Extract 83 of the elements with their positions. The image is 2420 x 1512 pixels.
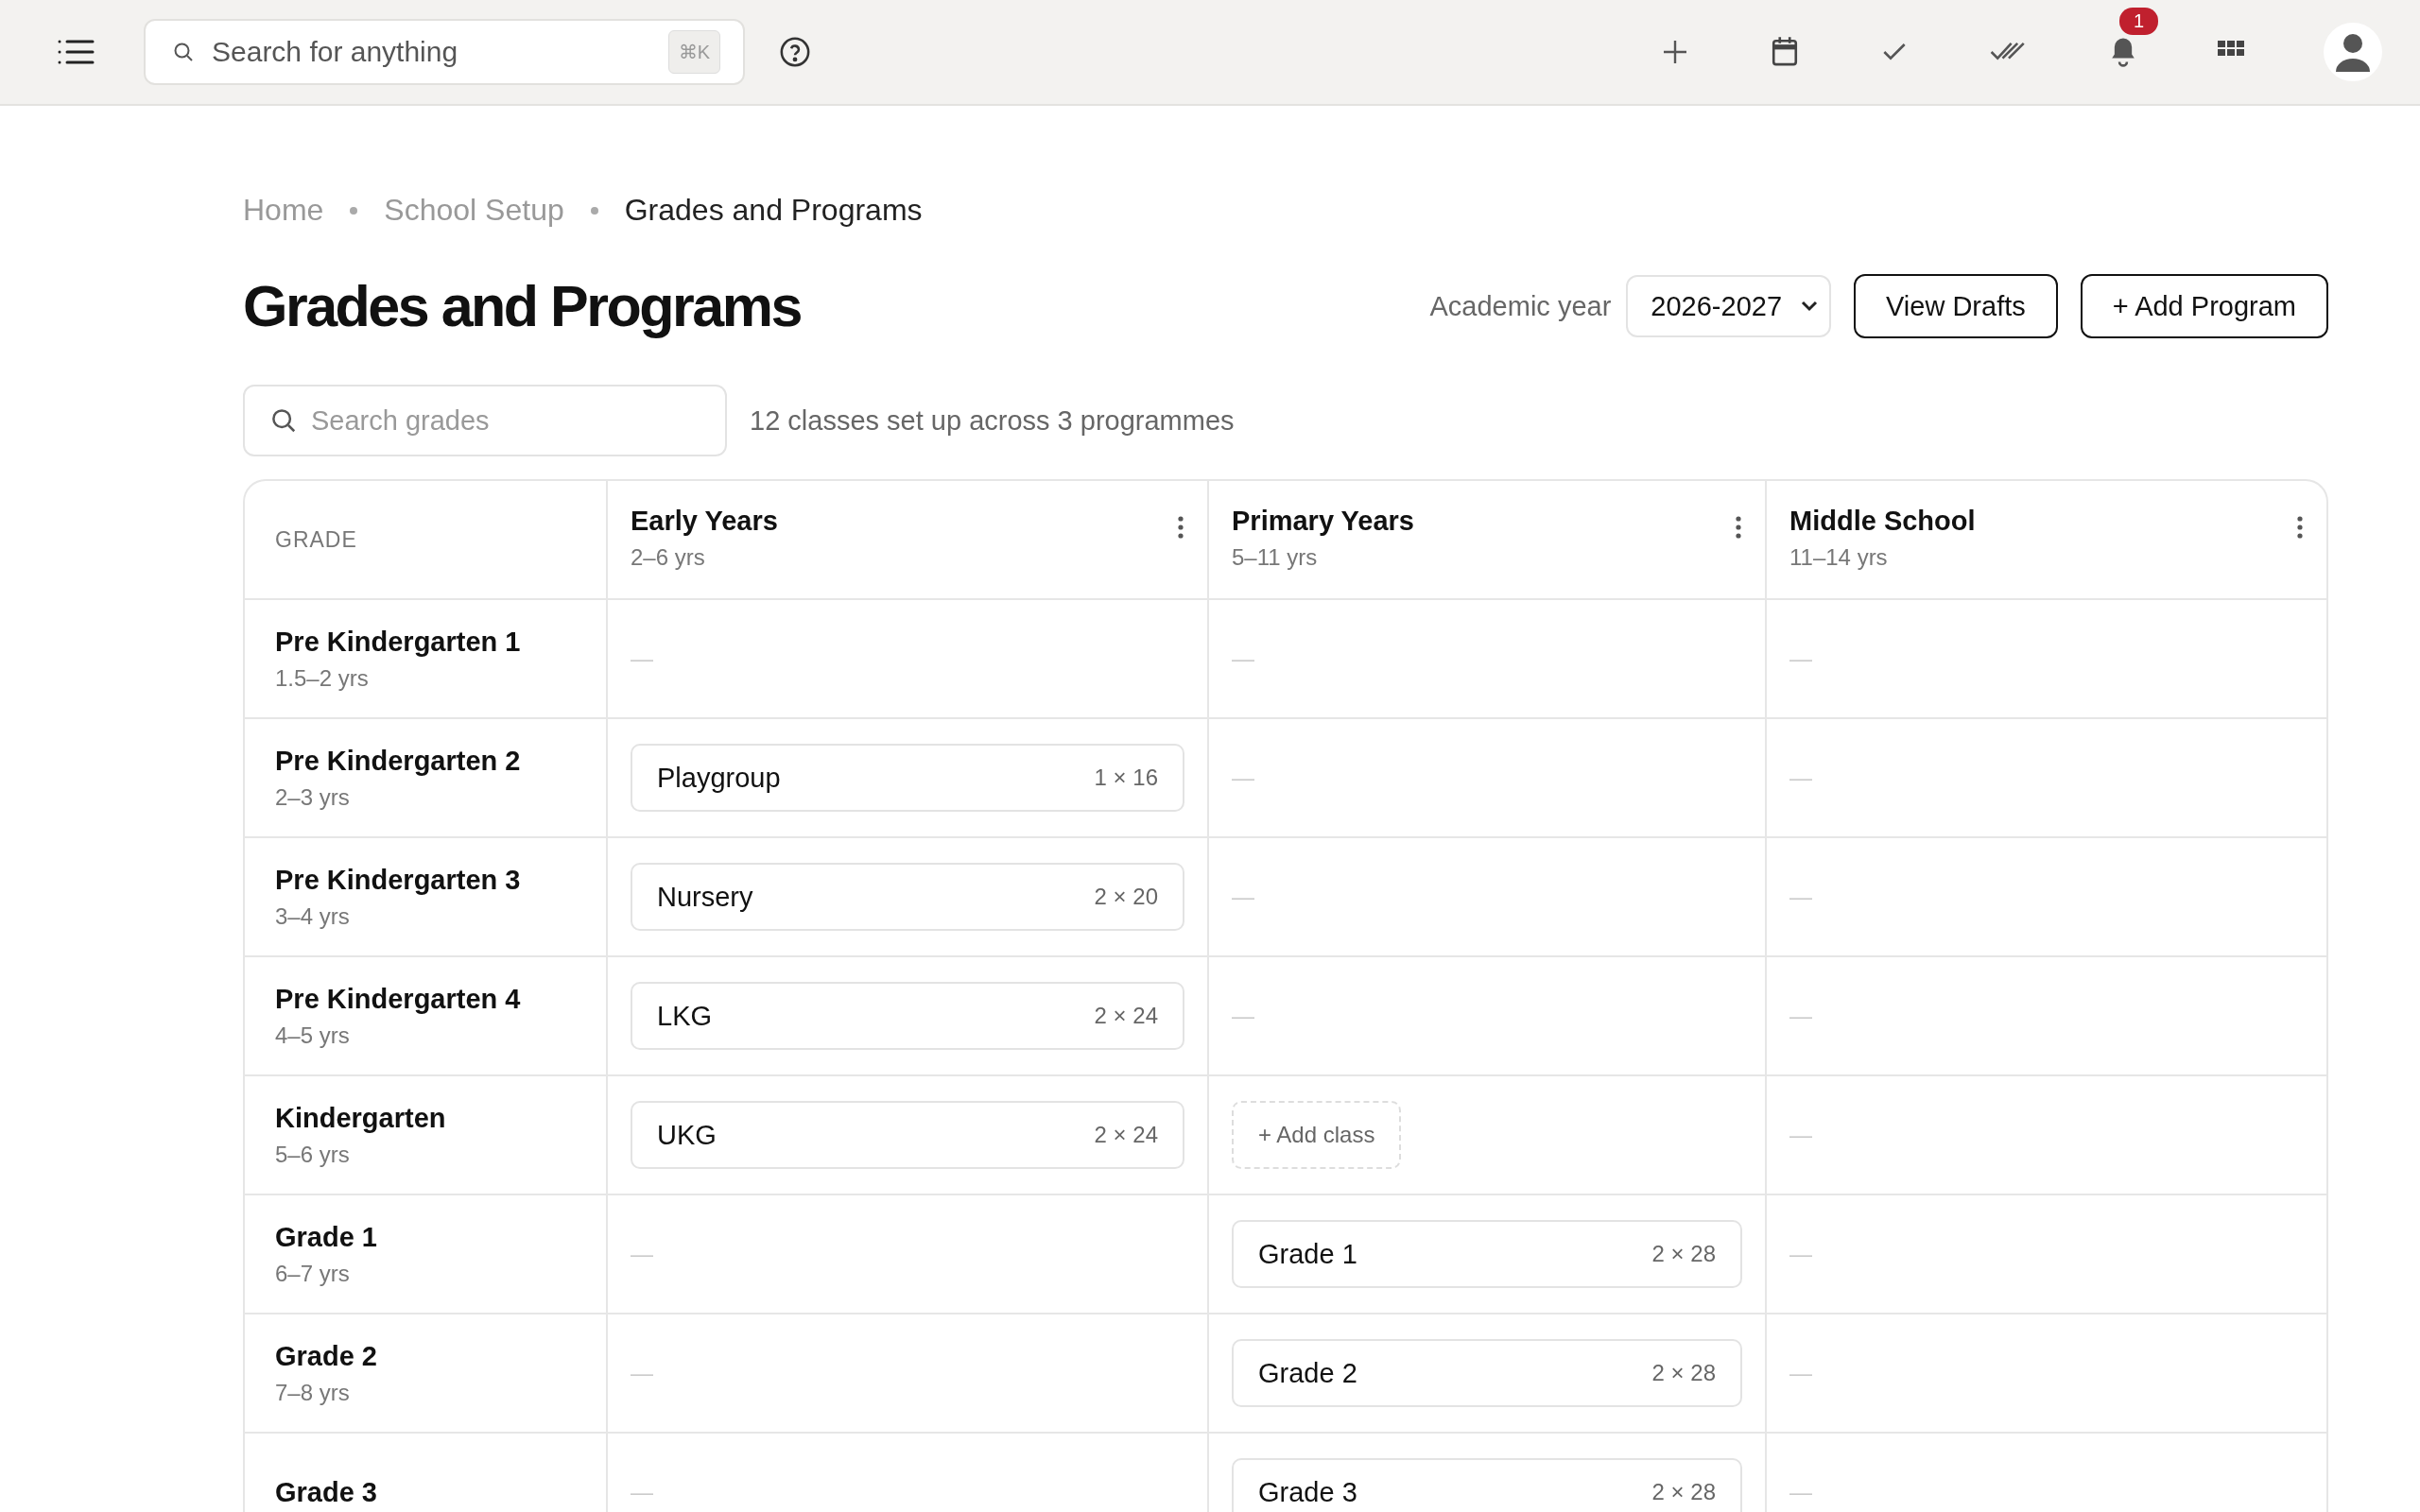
search-icon xyxy=(269,406,298,435)
class-chip[interactable]: Nursery 2 × 20 xyxy=(631,863,1184,931)
program-name: Early Years xyxy=(631,506,778,537)
empty-cell-text: — xyxy=(1789,884,1813,910)
grade-name: Pre Kindergarten 3 xyxy=(275,864,522,896)
add-program-button[interactable]: + Add Program xyxy=(2080,274,2328,338)
shortcut-hint: ⌘K xyxy=(667,30,720,74)
class-chip[interactable]: Grade 3 2 × 28 xyxy=(1232,1458,1742,1512)
empty-cell-text: — xyxy=(1789,1241,1813,1267)
class-name: Grade 2 xyxy=(1258,1357,1357,1389)
empty-cell-text: — xyxy=(631,1360,654,1386)
grade-ages: 3–4 yrs xyxy=(275,902,351,930)
program-ages: 2–6 yrs xyxy=(631,544,706,571)
view-drafts-button[interactable]: View Drafts xyxy=(1854,274,2058,338)
empty-cell-text: — xyxy=(1789,1479,1813,1505)
class-name: Playgroup xyxy=(657,762,781,794)
empty-cell-text: — xyxy=(1789,765,1813,791)
search-placeholder: Search for anything xyxy=(212,36,459,68)
class-name: Grade 1 xyxy=(1258,1238,1357,1270)
class-size: 2 × 24 xyxy=(1094,1122,1158,1148)
grade-name: Pre Kindergarten 2 xyxy=(275,745,522,777)
grade-ages: 5–6 yrs xyxy=(275,1141,351,1168)
class-chip[interactable]: UKG 2 × 24 xyxy=(631,1101,1184,1169)
empty-cell-text: — xyxy=(1232,645,1255,672)
class-chip[interactable]: Playgroup 1 × 16 xyxy=(631,744,1184,812)
empty-cell-text: — xyxy=(1789,1360,1813,1386)
menu-icon[interactable] xyxy=(57,39,95,65)
empty-cell-text: — xyxy=(1232,765,1255,791)
grade-ages: 7–8 yrs xyxy=(275,1379,351,1406)
class-size: 2 × 24 xyxy=(1094,1003,1158,1029)
avatar-icon[interactable] xyxy=(2324,23,2382,81)
program-ages: 11–14 yrs xyxy=(1789,544,1889,571)
empty-cell-text: — xyxy=(631,645,654,672)
breadcrumb-separator xyxy=(350,206,358,215)
notification-badge: 1 xyxy=(2119,8,2159,35)
class-chip[interactable]: Grade 2 2 × 28 xyxy=(1232,1339,1742,1407)
more-icon[interactable] xyxy=(1177,515,1184,540)
grade-name: Grade 3 xyxy=(275,1476,378,1508)
more-icon[interactable] xyxy=(1735,515,1742,540)
class-name: LKG xyxy=(657,1000,713,1032)
program-name: Middle School xyxy=(1789,506,1976,537)
program-name: Primary Years xyxy=(1232,506,1414,537)
grade-name: Grade 2 xyxy=(275,1340,378,1372)
program-ages: 5–11 yrs xyxy=(1232,544,1319,571)
empty-cell-text: — xyxy=(1232,1003,1255,1029)
empty-cell-text: — xyxy=(1789,1122,1813,1148)
more-icon[interactable] xyxy=(2296,515,2304,540)
grade-ages: 1.5–2 yrs xyxy=(275,664,370,692)
class-chip[interactable]: LKG 2 × 24 xyxy=(631,982,1184,1050)
breadcrumb-separator xyxy=(590,206,598,215)
empty-cell-text: — xyxy=(1232,884,1255,910)
caret-icon xyxy=(1801,301,1818,312)
grade-name: Grade 1 xyxy=(275,1221,378,1253)
empty-cell-text: — xyxy=(1789,645,1813,672)
grade-name: Kindergarten xyxy=(275,1102,447,1134)
help-icon[interactable] xyxy=(779,36,811,68)
search-field[interactable]: Search for anything ⌘K xyxy=(144,19,745,85)
class-size: 2 × 28 xyxy=(1651,1241,1716,1267)
class-name: Grade 3 xyxy=(1258,1476,1357,1508)
grade-ages: 2–3 yrs xyxy=(275,783,351,811)
class-size: 2 × 28 xyxy=(1651,1360,1716,1386)
class-name: Nursery xyxy=(657,881,753,913)
column-header: GRADE xyxy=(245,481,608,600)
empty-cell-text: — xyxy=(1789,1003,1813,1029)
class-size: 2 × 20 xyxy=(1094,884,1158,910)
year-select[interactable]: 2026-2027 xyxy=(1626,275,1831,337)
breadcrumb-current: Grades and Programs xyxy=(624,193,923,228)
grade-name: Pre Kindergarten 1 xyxy=(275,626,522,658)
grade-ages: 4–5 yrs xyxy=(275,1022,351,1049)
grade-ages: 6–7 yrs xyxy=(275,1260,351,1287)
class-chip[interactable]: Grade 1 2 × 28 xyxy=(1232,1220,1742,1288)
class-size: 2 × 28 xyxy=(1651,1479,1716,1505)
grade-name: Pre Kindergarten 4 xyxy=(275,983,522,1015)
calendar-icon[interactable] xyxy=(1770,36,1800,68)
page-title: Grades and Programs xyxy=(243,273,802,339)
empty-cell-text: — xyxy=(631,1241,654,1267)
class-name: UKG xyxy=(657,1119,717,1151)
empty-cell-text: — xyxy=(631,1479,654,1505)
class-size: 1 × 16 xyxy=(1094,765,1158,791)
summary-text: 12 classes set up across 3 programmes xyxy=(750,404,1235,437)
academic-year-label: Academic year xyxy=(1429,290,1612,322)
add-class-button[interactable]: + Add class xyxy=(1232,1101,1402,1169)
search-icon xyxy=(172,41,195,63)
